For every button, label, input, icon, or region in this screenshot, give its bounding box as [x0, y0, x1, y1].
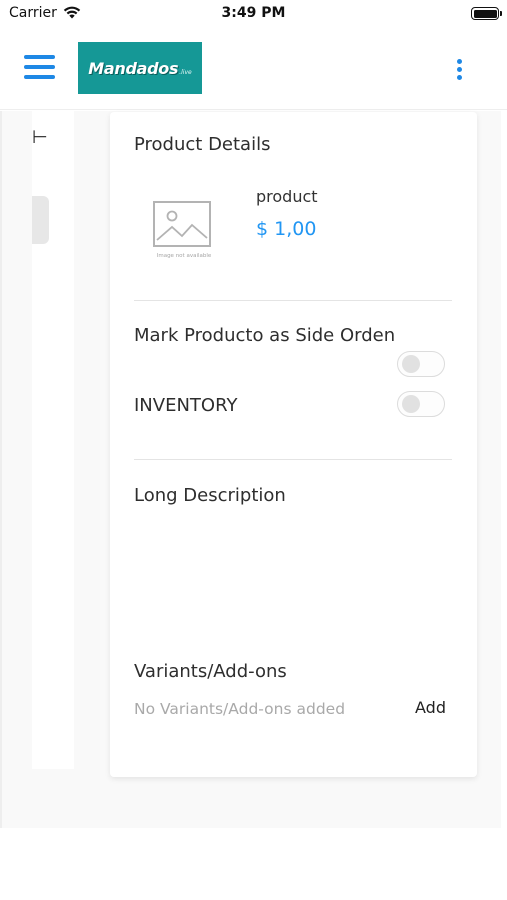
- side-panel-tab[interactable]: [32, 196, 49, 244]
- more-vertical-icon[interactable]: [452, 57, 468, 81]
- long-description-title: Long Description: [134, 485, 286, 506]
- divider: [134, 300, 452, 301]
- image-caption: Image not available: [156, 253, 212, 259]
- variants-title: Variants/Add-ons: [134, 661, 287, 682]
- side-order-toggle[interactable]: [397, 351, 445, 377]
- clock: 3:49 PM: [221, 5, 286, 21]
- hamburger-menu-icon[interactable]: [24, 52, 56, 82]
- battery-icon: [471, 7, 499, 20]
- variants-empty-text: No Variants/Add-ons added: [134, 700, 346, 718]
- inventory-label: INVENTORY: [134, 395, 238, 416]
- toggle-knob: [402, 395, 420, 413]
- status-bar: Carrier 3:49 PM: [0, 0, 507, 28]
- add-variant-button[interactable]: Add: [415, 698, 446, 717]
- product-details-title: Product Details: [134, 134, 271, 155]
- side-order-label: Mark Producto as Side Orden: [134, 325, 396, 346]
- side-panel-glyph: ⊢: [32, 127, 48, 148]
- product-name: product: [256, 187, 318, 206]
- app-header: Mandados .live: [0, 28, 507, 110]
- toggle-knob: [402, 355, 420, 373]
- logo-subtext: .live: [179, 68, 192, 76]
- battery-cap: [500, 11, 502, 16]
- product-price: $ 1,00: [256, 218, 317, 240]
- app-logo: Mandados .live: [78, 42, 202, 94]
- divider: [134, 459, 452, 460]
- product-card: Product Details Image not available prod…: [110, 112, 477, 777]
- inventory-toggle[interactable]: [397, 391, 445, 417]
- logo-text: Mandados: [88, 58, 179, 78]
